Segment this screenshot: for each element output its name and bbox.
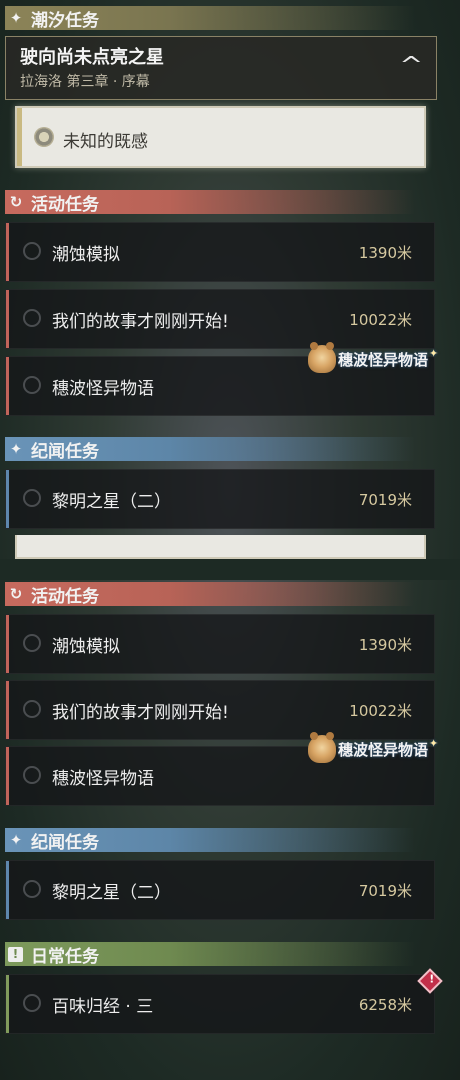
quest-accent-bar: [6, 615, 9, 673]
quest-distance: 1390米: [358, 244, 412, 262]
quest-title: 百味归经 · 三: [52, 997, 154, 1017]
quest-card[interactable]: 我们的故事才刚刚开始! 10022米: [5, 680, 435, 740]
event-badge[interactable]: 穗波怪异物语 ✦: [308, 732, 439, 763]
quest-accent-bar: [6, 357, 9, 415]
quest-title: 黎明之星（二）: [52, 883, 171, 903]
tide-quest-header: ✦ 潮汐任务: [5, 6, 415, 31]
quest-accent-bar: [6, 290, 9, 348]
quest-accent-bar: [6, 681, 9, 739]
quest-card[interactable]: 百味归经 · 三 6258米: [5, 974, 435, 1034]
quest-circle-icon: [23, 994, 41, 1012]
event-quest-header: ↻ 活动任务: [5, 190, 415, 215]
quest-card[interactable]: 我们的故事才刚刚开始! 10022米: [5, 289, 435, 349]
quest-title: 黎明之星（二）: [52, 492, 171, 512]
sparkle-icon: ✦: [429, 346, 439, 360]
sub-task-card-fragment: [15, 535, 426, 559]
sub-task-card[interactable]: 未知的既感: [15, 106, 426, 168]
exclamation-icon: !: [8, 946, 23, 962]
quest-card[interactable]: 潮蚀模拟 1390米: [5, 222, 435, 282]
event-badge-label: 穗波怪异物语: [338, 740, 429, 759]
record-quest-header: ✦ 纪闻任务: [5, 828, 415, 853]
quest-accent-bar: [6, 975, 9, 1033]
quest-accent-bar: [6, 861, 9, 919]
main-quest-subtitle: 拉海洛 第三章 · 序幕: [20, 74, 150, 90]
quest-card[interactable]: 潮蚀模拟 1390米: [5, 614, 435, 674]
quest-circle-icon: [23, 489, 41, 507]
quest-title: 穗波怪异物语: [52, 769, 154, 789]
sparkle-icon: ✦: [9, 9, 23, 27]
quest-title: 我们的故事才刚刚开始!: [52, 703, 229, 723]
quest-distance: 6258米: [358, 996, 412, 1014]
quest-distance: 7019米: [358, 882, 412, 900]
quest-card[interactable]: 黎明之星（二） 7019米: [5, 469, 435, 529]
quest-card[interactable]: 黎明之星（二） 7019米: [5, 860, 435, 920]
sparkle-icon: ✦: [9, 831, 23, 849]
quest-circle-icon: [23, 634, 41, 652]
quest-accent-bar: [6, 747, 9, 805]
daily-quest-header: ! 日常任务: [5, 942, 415, 967]
event-quest-header-label: 活动任务: [31, 194, 99, 215]
swirl-icon: ↻: [9, 585, 23, 603]
target-circle-icon: [34, 127, 54, 147]
main-quest-title: 驶向尚未点亮之星: [20, 47, 164, 68]
quest-circle-icon: [23, 766, 41, 784]
quest-distance: 1390米: [358, 636, 412, 654]
record-quest-header: ✦ 纪闻任务: [5, 437, 415, 462]
sub-task-label: 未知的既感: [63, 132, 148, 152]
tide-quest-header-label: 潮汐任务: [31, 10, 99, 31]
quest-accent-bar: [6, 470, 9, 528]
quest-title: 穗波怪异物语: [52, 379, 154, 399]
quest-circle-icon: [23, 242, 41, 260]
daily-quest-header-label: 日常任务: [31, 946, 99, 967]
record-quest-header-label: 纪闻任务: [31, 832, 99, 853]
main-quest-card[interactable]: 驶向尚未点亮之星 拉海洛 第三章 · 序幕 ^: [5, 36, 437, 100]
mascot-icon: [308, 342, 336, 373]
quest-distance: 7019米: [358, 491, 412, 509]
event-badge-label: 穗波怪异物语: [338, 350, 429, 369]
quest-accent-bar: [6, 223, 9, 281]
record-quest-header-label: 纪闻任务: [31, 441, 99, 462]
swirl-icon: ↻: [9, 193, 23, 211]
mascot-icon: [308, 732, 336, 763]
quest-title: 我们的故事才刚刚开始!: [52, 312, 229, 332]
quest-circle-icon: [23, 376, 41, 394]
quest-distance: 10022米: [349, 311, 412, 329]
scroll-gap: [0, 559, 460, 580]
quest-circle-icon: [23, 309, 41, 327]
sub-task-accent-bar: [17, 108, 22, 166]
quest-title: 潮蚀模拟: [52, 637, 120, 657]
quest-circle-icon: [23, 880, 41, 898]
sparkle-icon: ✦: [429, 736, 439, 750]
quest-panel-bottom: ↻ 活动任务 潮蚀模拟 1390米 我们的故事才刚刚开始! 10022米 穗波怪…: [0, 580, 460, 1080]
event-badge[interactable]: 穗波怪异物语 ✦: [308, 342, 439, 373]
event-quest-header-label: 活动任务: [31, 586, 99, 607]
event-quest-header: ↻ 活动任务: [5, 582, 415, 607]
quest-panel-top: ✦ 潮汐任务 驶向尚未点亮之星 拉海洛 第三章 · 序幕 ^ 未知的既感 ↻ 活…: [0, 0, 460, 535]
quest-distance: 10022米: [349, 702, 412, 720]
quest-circle-icon: [23, 700, 41, 718]
quest-title: 潮蚀模拟: [52, 245, 120, 265]
chevron-up-icon[interactable]: ^: [399, 53, 423, 78]
sparkle-icon: ✦: [9, 440, 23, 458]
